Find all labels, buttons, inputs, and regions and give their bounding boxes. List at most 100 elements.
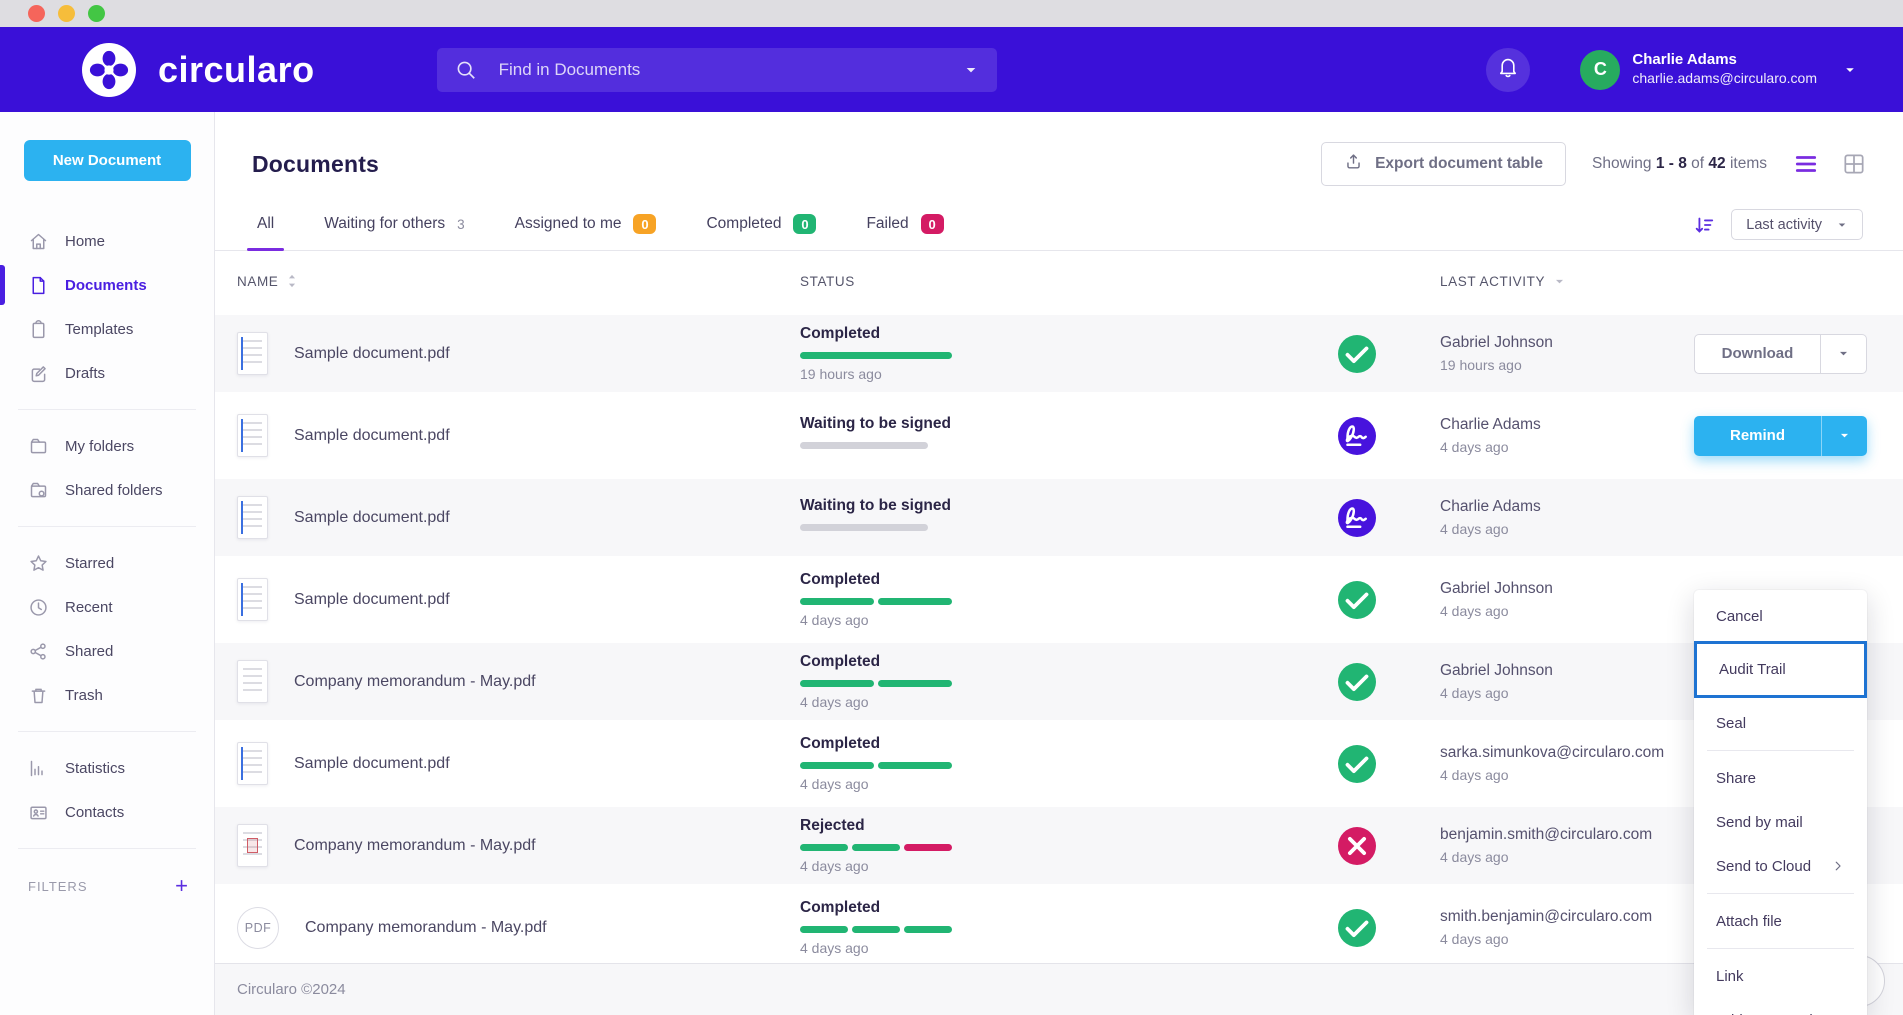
- doc-thumbnail-stamped: [237, 824, 268, 867]
- column-header-status[interactable]: STATUS: [800, 274, 1240, 289]
- sidebar-item-contacts[interactable]: Contacts: [0, 790, 214, 834]
- menu-item-add-to-starred[interactable]: Add to Starred: [1694, 998, 1867, 1015]
- check-circle-icon: [1338, 581, 1376, 619]
- column-header-name[interactable]: NAME: [237, 274, 800, 289]
- last-activity-time: 4 days ago: [1440, 931, 1692, 947]
- filters-label: FILTERS: [28, 879, 88, 894]
- document-name[interactable]: Sample document.pdf: [294, 755, 450, 773]
- document-icon: [28, 275, 49, 296]
- progress-segment-green: [800, 598, 874, 605]
- export-document-table-button[interactable]: Export document table: [1321, 142, 1566, 186]
- document-name[interactable]: Company memorandum - May.pdf: [305, 919, 547, 937]
- menu-item-seal[interactable]: Seal: [1694, 701, 1867, 745]
- tab-all[interactable]: All: [255, 204, 276, 250]
- sidebar-item-label: Drafts: [65, 365, 105, 382]
- document-name[interactable]: Sample document.pdf: [294, 345, 450, 363]
- menu-item-label: Add to Starred: [1716, 1012, 1813, 1015]
- add-filter-plus-icon[interactable]: +: [175, 875, 188, 897]
- sidebar-item-home[interactable]: Home: [0, 219, 214, 263]
- menu-item-share[interactable]: Share: [1694, 756, 1867, 800]
- progress-segment-green: [878, 680, 952, 687]
- search-input[interactable]: [499, 60, 941, 80]
- check-circle-icon: [1338, 909, 1376, 947]
- sidebar-item-label: Starred: [65, 555, 114, 572]
- status-label: Completed: [800, 571, 1240, 589]
- menu-item-link[interactable]: Link: [1694, 954, 1867, 998]
- download-split-button[interactable]: Download: [1694, 334, 1867, 374]
- sidebar-item-drafts[interactable]: Drafts: [0, 351, 214, 395]
- last-activity-time: 4 days ago: [1440, 603, 1692, 619]
- remind-button[interactable]: Remind: [1694, 416, 1821, 456]
- menu-item-label: Seal: [1716, 715, 1746, 732]
- remind-split-button[interactable]: Remind: [1694, 416, 1867, 456]
- tab-completed[interactable]: Completed0: [704, 204, 818, 250]
- chevron-down-icon: [1837, 347, 1850, 360]
- sidebar-item-label: My folders: [65, 438, 134, 455]
- sidebar-item-templates[interactable]: Templates: [0, 307, 214, 351]
- zoom-window-button[interactable]: [88, 5, 105, 22]
- progress-segment-red: [904, 844, 952, 851]
- sort-by-dropdown[interactable]: Last activity: [1731, 209, 1863, 240]
- menu-item-attach-file[interactable]: Attach file: [1694, 899, 1867, 943]
- document-name[interactable]: Sample document.pdf: [294, 509, 450, 527]
- progress-bar: [800, 926, 952, 933]
- table-row[interactable]: Company memorandum - May.pdf Completed 4…: [215, 643, 1903, 720]
- table-row[interactable]: Sample document.pdf Completed 4 days ago…: [215, 725, 1903, 802]
- minimize-window-button[interactable]: [58, 5, 75, 22]
- status-time: 4 days ago: [800, 858, 1240, 874]
- sidebar-item-documents[interactable]: Documents: [0, 263, 214, 307]
- document-name[interactable]: Sample document.pdf: [294, 427, 450, 445]
- new-document-button[interactable]: New Document: [24, 140, 191, 181]
- search-scope-chevron-down-icon[interactable]: [963, 62, 979, 78]
- column-header-last-activity[interactable]: LAST ACTIVITY: [1396, 274, 1692, 289]
- tab-waiting-for-others[interactable]: Waiting for others3: [322, 204, 466, 250]
- tab-failed[interactable]: Failed0: [864, 204, 945, 250]
- table-row[interactable]: Company memorandum - May.pdf Rejected 4 …: [215, 807, 1903, 884]
- progress-segment-green: [800, 926, 848, 933]
- sidebar-divider: [18, 848, 196, 849]
- table-row[interactable]: PDF Company memorandum - May.pdf Complet…: [215, 889, 1903, 963]
- sidebar-item-my-folders[interactable]: My folders: [0, 424, 214, 468]
- grid-view-icon[interactable]: [1841, 151, 1867, 177]
- table-row[interactable]: Sample document.pdf Waiting to be signed…: [215, 479, 1903, 556]
- document-name[interactable]: Sample document.pdf: [294, 591, 450, 609]
- document-name[interactable]: Company memorandum - May.pdf: [294, 837, 536, 855]
- sidebar-item-trash[interactable]: Trash: [0, 673, 214, 717]
- tab-assigned-to-me[interactable]: Assigned to me0: [513, 204, 659, 250]
- status-label: Waiting to be signed: [800, 497, 1240, 515]
- menu-item-cancel[interactable]: Cancel: [1694, 594, 1867, 638]
- progress-segment-green: [878, 598, 952, 605]
- notifications-button[interactable]: [1486, 48, 1530, 92]
- table-row[interactable]: Sample document.pdf Completed 19 hours a…: [215, 315, 1903, 392]
- table-row[interactable]: Sample document.pdf Completed 4 days ago…: [215, 561, 1903, 638]
- contacts-icon: [28, 802, 49, 823]
- table-row[interactable]: Sample document.pdf Waiting to be signed…: [215, 397, 1903, 474]
- document-name[interactable]: Company memorandum - May.pdf: [294, 673, 536, 691]
- export-icon: [1344, 152, 1363, 176]
- star-icon: [28, 553, 49, 574]
- doc-thumbnail-blue: [237, 496, 268, 539]
- last-activity-time: 4 days ago: [1440, 767, 1692, 783]
- sort-caret-down-icon: [1553, 275, 1566, 288]
- menu-item-send-by-mail[interactable]: Send by mail: [1694, 800, 1867, 844]
- sidebar-item-shared-folders[interactable]: Shared folders: [0, 468, 214, 512]
- menu-item-send-to-cloud[interactable]: Send to Cloud: [1694, 844, 1867, 888]
- sidebar-item-starred[interactable]: Starred: [0, 541, 214, 585]
- list-view-icon[interactable]: [1793, 151, 1819, 177]
- chart-icon: [28, 758, 49, 779]
- user-menu[interactable]: C Charlie Adams charlie.adams@circularo.…: [1580, 50, 1857, 90]
- sidebar-item-statistics[interactable]: Statistics: [0, 746, 214, 790]
- remind-dropdown-toggle[interactable]: [1821, 416, 1867, 456]
- status-time: 4 days ago: [800, 940, 1240, 956]
- sidebar-item-shared[interactable]: Shared: [0, 629, 214, 673]
- download-dropdown-toggle[interactable]: [1820, 335, 1866, 373]
- app-logo[interactable]: circularo: [76, 37, 315, 103]
- menu-item-audit-trail[interactable]: Audit Trail: [1694, 641, 1867, 698]
- sort-descending-icon[interactable]: [1693, 214, 1715, 236]
- close-window-button[interactable]: [28, 5, 45, 22]
- sidebar-item-recent[interactable]: Recent: [0, 585, 214, 629]
- signature-circle-icon: [1338, 499, 1376, 537]
- shared-folder-icon: [28, 480, 49, 501]
- download-button[interactable]: Download: [1695, 335, 1820, 373]
- tabs-bar: All Waiting for others3 Assigned to me0 Com…: [215, 204, 1903, 251]
